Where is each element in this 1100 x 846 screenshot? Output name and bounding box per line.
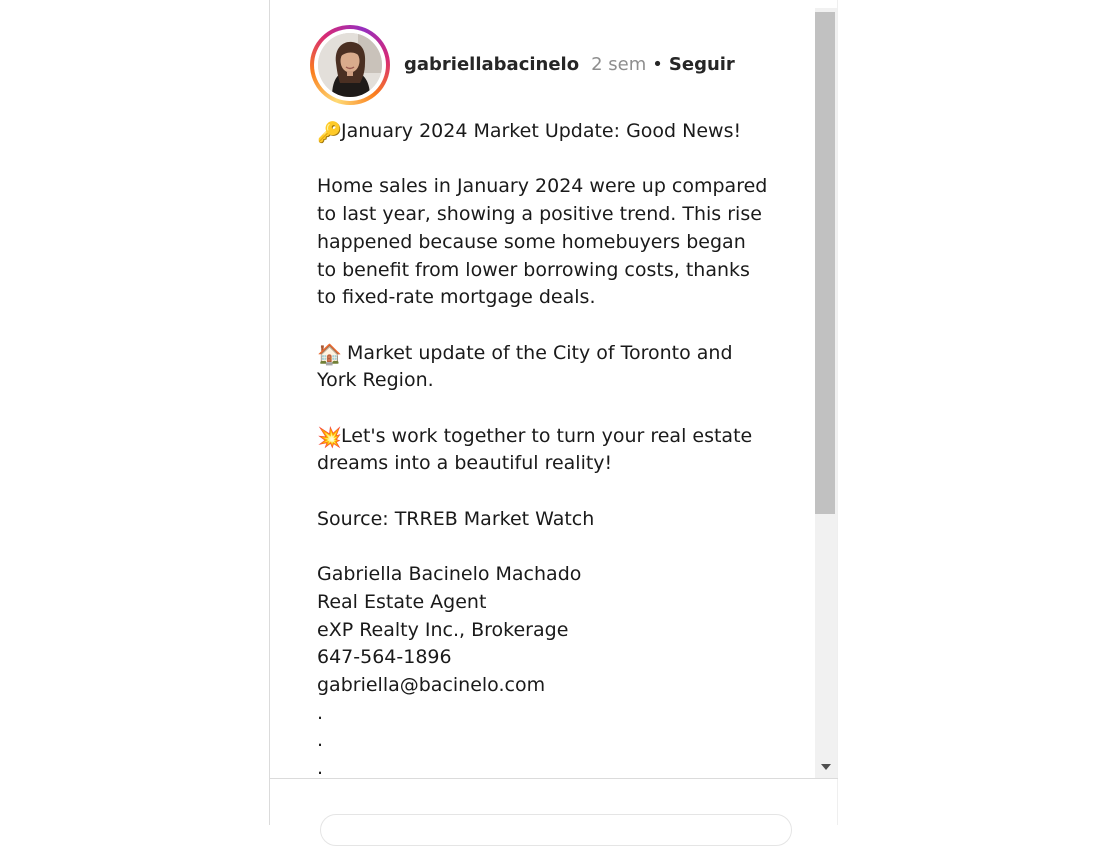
house-icon: 🏠 — [317, 341, 342, 366]
caption-paragraph: Home sales in January 2024 were up compa… — [317, 175, 768, 309]
story-ring[interactable] — [310, 25, 390, 105]
post-header: gabriellabacinelo 2 sem • Seguir — [310, 25, 735, 105]
post-panel: gabriellabacinelo 2 sem • Seguir 🔑Januar… — [269, 0, 838, 846]
signature-name: Gabriella Bacinelo Machado — [317, 563, 582, 586]
meta-separator: • — [652, 53, 663, 75]
post-time[interactable]: 2 sem — [591, 54, 646, 75]
caption-location-line: 🏠 Market update of the City of Toronto a… — [317, 341, 733, 392]
avatar[interactable] — [318, 33, 382, 97]
section-divider — [270, 778, 838, 779]
signature-brokerage: eXP Realty Inc., Brokerage — [317, 618, 569, 641]
caption-call-to-action: 💥Let's work together to turn your real e… — [317, 424, 753, 475]
post-caption: 🔑January 2024 Market Update: Good News! … — [317, 118, 787, 778]
signature-phone: 647-564-1896 — [317, 646, 452, 669]
key-icon: 🔑 — [317, 120, 342, 144]
collision-icon: 💥 — [317, 424, 342, 449]
caption-headline: 🔑January 2024 Market Update: Good News! — [317, 120, 742, 144]
profile-photo-icon — [318, 33, 382, 97]
caption-source: Source: TRREB Market Watch — [317, 507, 595, 530]
post-meta: gabriellabacinelo 2 sem • Seguir — [404, 54, 735, 75]
comment-input-box[interactable] — [320, 814, 792, 846]
triangle-down-icon — [821, 764, 831, 770]
follow-button[interactable]: Seguir — [669, 54, 735, 75]
signature-title: Real Estate Agent — [317, 590, 487, 613]
signature-email: gabriella@bacinelo.com — [317, 673, 546, 696]
vertical-scrollbar[interactable] — [815, 8, 837, 778]
caption-signature: Gabriella Bacinelo Machado Real Estate A… — [317, 563, 582, 778]
username-link[interactable]: gabriellabacinelo — [404, 54, 579, 75]
caption-scroll-area[interactable]: gabriellabacinelo 2 sem • Seguir 🔑Januar… — [270, 0, 815, 778]
scroll-down-button[interactable] — [815, 758, 837, 776]
scrollbar-thumb[interactable] — [815, 12, 835, 514]
